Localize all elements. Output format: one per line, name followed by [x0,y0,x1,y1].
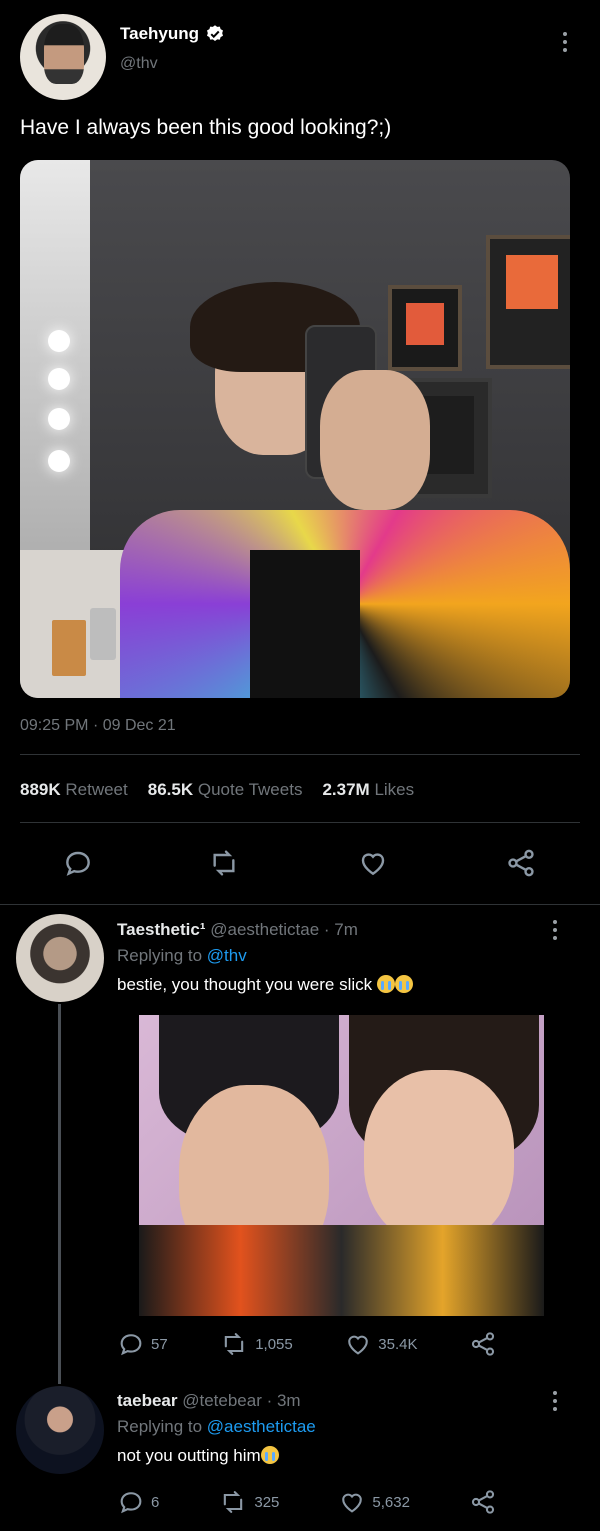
replying-to-link[interactable]: @aesthetictae [207,1417,316,1436]
light-bulb [48,368,70,390]
like-count: 5,632 [372,1493,410,1511]
reply-icon [117,1330,145,1358]
share-action[interactable] [469,1330,497,1358]
retweets-count: 889K [20,780,61,799]
likes-label: Likes [374,780,415,799]
reply-count: 6 [151,1493,160,1511]
divider [20,754,580,755]
reply-icon[interactable] [62,847,94,879]
reply-display-name[interactable]: Taesthetic¹ [117,920,206,939]
reply-handle[interactable]: @tetebear [182,1391,262,1410]
like-action[interactable]: 5,632 [338,1488,410,1516]
handle[interactable]: @thv [120,55,158,73]
reply-handle[interactable]: @aesthetictae [210,920,319,939]
like-action[interactable]: 35.4K [344,1330,417,1358]
more-options-icon[interactable] [562,32,568,52]
paper-cup [52,620,86,676]
retweet-icon[interactable] [207,847,241,879]
loudly-crying-face-emoji [260,1446,279,1464]
quotes-label: Quote Tweets [197,780,303,799]
loudly-crying-face-emoji [376,975,395,993]
reply-count: 57 [151,1335,168,1353]
person-jacket [139,1225,544,1316]
light-bulb [48,450,70,472]
tweet-photo[interactable] [20,160,570,698]
share-action[interactable] [469,1488,497,1516]
tweet-date: 09 Dec 21 [102,717,176,734]
loudly-crying-face-emoji [394,975,413,993]
person-hand [320,370,430,510]
like-icon[interactable] [357,847,389,879]
retweets-label: Retweet [65,780,128,799]
share-icon [469,1488,497,1516]
reply-age: · 7m [323,920,358,939]
replying-to-label: Replying to [117,1417,203,1436]
thread-line [58,1004,61,1384]
retweet-count: 1,055 [255,1335,293,1353]
more-options-icon[interactable] [552,920,558,940]
replying-to-link[interactable]: @thv [207,946,247,965]
soda-can [90,608,116,660]
share-icon [469,1330,497,1358]
person-right-face [364,1070,514,1245]
more-options-icon[interactable] [552,1391,558,1411]
retweet-icon [218,1488,248,1516]
meta-separator: · [92,717,99,734]
like-icon [338,1488,366,1516]
reply-icon [117,1488,145,1516]
share-icon[interactable] [504,847,538,879]
avatar[interactable] [20,14,106,100]
reply-photo[interactable] [139,1015,544,1316]
display-name[interactable]: Taehyung [120,24,199,44]
quotes-count: 86.5K [147,780,194,799]
retweet-action[interactable]: 1,055 [219,1330,293,1358]
retweets-stat[interactable]: 889K Retweet [20,780,128,800]
verified-badge-icon [205,24,225,44]
reply-display-name[interactable]: taebear [117,1391,177,1410]
wall-frame [486,235,570,369]
section-divider [0,904,600,905]
light-bulb [48,330,70,352]
likes-stat[interactable]: 2.37M Likes [322,780,414,800]
tweet-text: Have I always been this good looking?;) [20,116,392,139]
avatar-photo [44,24,84,84]
light-bulb [48,408,70,430]
reply-text: bestie, you thought you were slick [117,975,373,994]
reply-action[interactable]: 57 [117,1330,168,1358]
like-count: 35.4K [378,1335,418,1353]
retweet-count: 325 [254,1493,280,1511]
avatar[interactable] [16,914,104,1002]
avatar[interactable] [16,1386,104,1474]
tweet-time: 09:25 PM [20,717,89,734]
reply-action[interactable]: 6 [117,1488,159,1516]
quotes-stat[interactable]: 86.5K Quote Tweets [148,780,303,800]
retweet-icon [219,1330,249,1358]
person-shirt [250,550,360,698]
like-icon [344,1330,372,1358]
reply-text: not you outting him [117,1446,261,1465]
wall-frame [388,285,462,371]
likes-count: 2.37M [322,780,370,799]
replying-to-label: Replying to [117,946,203,965]
retweet-action[interactable]: 325 [218,1488,279,1516]
reply-age: · 3m [266,1391,301,1410]
divider [20,822,580,823]
